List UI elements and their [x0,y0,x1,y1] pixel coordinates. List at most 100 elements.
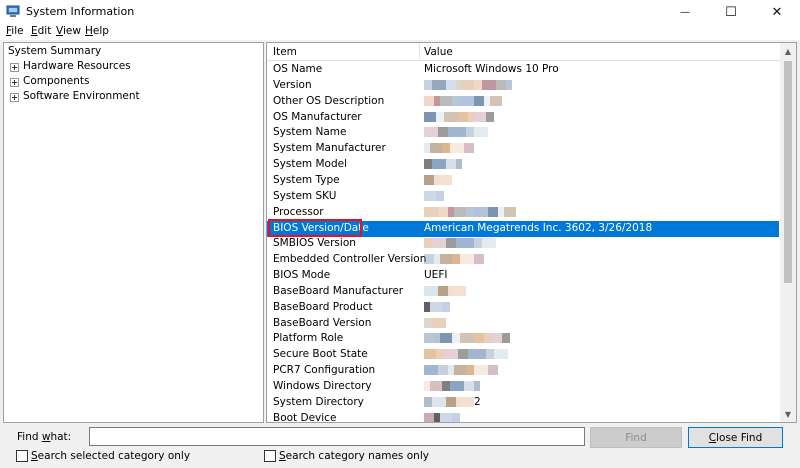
redacted-block [452,412,460,422]
column-divider[interactable] [419,43,420,61]
row-item-label: Secure Boot State [273,348,368,361]
table-row[interactable]: BaseBoard Manufacturer [267,284,779,300]
scrollbar-thumb[interactable] [784,61,792,283]
redacted-block [474,127,488,138]
minimize-button[interactable]: — [662,0,708,24]
redacted-block [458,349,468,360]
redacted-block [454,127,466,138]
table-row[interactable]: System Model [267,157,779,173]
redacted-block [474,111,486,122]
expand-icon[interactable] [10,63,19,72]
row-value [424,348,508,360]
redacted-block [462,396,474,407]
table-row[interactable]: OS Name Microsoft Windows 10 Pro [267,62,779,78]
redacted-block [432,396,446,407]
close-find-button[interactable]: Close Find [688,427,783,448]
scroll-down-icon[interactable]: ▼ [780,406,796,422]
menu-edit[interactable]: Edit [31,25,51,37]
redacted-block [490,95,502,106]
row-item-label: System Type [273,173,340,186]
row-value [424,301,450,313]
redacted-block [424,349,436,360]
redacted-block [424,238,432,249]
row-value [424,364,498,376]
table-row[interactable]: BIOS Mode UEFI [267,268,779,284]
search-selected-category-label: Search selected category only [31,450,191,462]
row-value [424,79,512,91]
search-category-names-checkbox[interactable]: Search category names only [264,450,429,462]
category-tree[interactable]: System Summary Hardware Resources Compon… [3,42,264,423]
table-row[interactable]: Version [267,78,779,94]
row-item-label: BIOS Version/Date [273,221,369,234]
redacted-block [464,143,474,154]
table-row[interactable]: BaseBoard Product [267,300,779,316]
table-row[interactable]: Embedded Controller Version [267,252,779,268]
maximize-button[interactable]: ☐ [708,0,754,24]
redacted-block [424,79,432,90]
redacted-block [452,254,460,265]
row-item-label: System SKU [273,189,337,202]
redacted-block [446,79,456,90]
close-button[interactable]: ✕ [754,0,800,24]
row-value [424,253,484,265]
redacted-block [424,127,438,138]
table-row[interactable]: PCR7 Configuration [267,363,779,379]
window-title: System Information [26,5,135,18]
redacted-block [424,95,434,106]
details-list[interactable]: Item Value OS Name Microsoft Windows 10 P… [266,42,797,423]
row-value [424,412,460,422]
row-value [424,206,516,218]
table-row[interactable]: Secure Boot State [267,347,779,363]
vertical-scrollbar[interactable]: ▲ ▼ [780,43,796,422]
find-button[interactable]: Find [590,427,682,448]
table-row[interactable]: OS Manufacturer [267,110,779,126]
redacted-block [438,285,448,296]
table-row[interactable]: System Directory 2 [267,395,779,411]
redacted-block [440,333,452,344]
redacted-block [442,143,450,154]
table-row[interactable]: SMBIOS Version [267,236,779,252]
table-row[interactable]: Windows Directory [267,379,779,395]
search-selected-category-checkbox[interactable]: Search selected category only [16,450,190,462]
column-header-value[interactable]: Value [424,46,453,58]
redacted-block [496,79,506,90]
row-item-label: OS Manufacturer [273,110,362,123]
table-row[interactable]: System Name [267,125,779,141]
table-row[interactable]: System SKU [267,189,779,205]
row-value [424,190,444,202]
table-row[interactable]: BIOS Version/Date American Megatrends Inc… [267,220,779,237]
menu-help[interactable]: Help [85,25,109,37]
redacted-block [452,95,460,106]
table-row[interactable]: System Manufacturer [267,141,779,157]
redacted-block [424,111,436,122]
menu-file[interactable]: File [6,25,24,37]
redacted-block [488,206,498,217]
column-header-item[interactable]: Item [273,46,297,58]
title-bar: System Information — ☐ ✕ [0,0,800,24]
menu-view[interactable]: View [56,25,81,37]
checkbox-icon[interactable] [16,450,28,462]
search-category-names-label: Search category names only [279,450,429,462]
row-value [424,174,452,186]
table-row[interactable]: Processor [267,205,779,221]
table-row[interactable]: System Type [267,173,779,189]
find-what-input[interactable] [89,427,585,446]
checkbox-icon[interactable] [264,450,276,462]
redacted-block [474,333,484,344]
redacted-block [432,159,446,170]
row-item-label: System Name [273,126,347,139]
redacted-block [462,79,474,90]
row-value [424,317,446,329]
row-item-label: Other OS Description [273,94,385,107]
scroll-up-icon[interactable]: ▲ [780,43,796,59]
redacted-block [444,111,458,122]
redacted-block [442,301,450,312]
redacted-block [482,238,496,249]
expand-icon[interactable] [10,78,19,87]
table-row[interactable]: BaseBoard Version [267,316,779,332]
expand-icon[interactable] [10,93,19,102]
table-row[interactable]: Other OS Description [267,94,779,110]
table-row[interactable]: Boot Device [267,411,779,422]
table-row[interactable]: Platform Role [267,331,779,347]
row-value: 2 [424,396,481,408]
